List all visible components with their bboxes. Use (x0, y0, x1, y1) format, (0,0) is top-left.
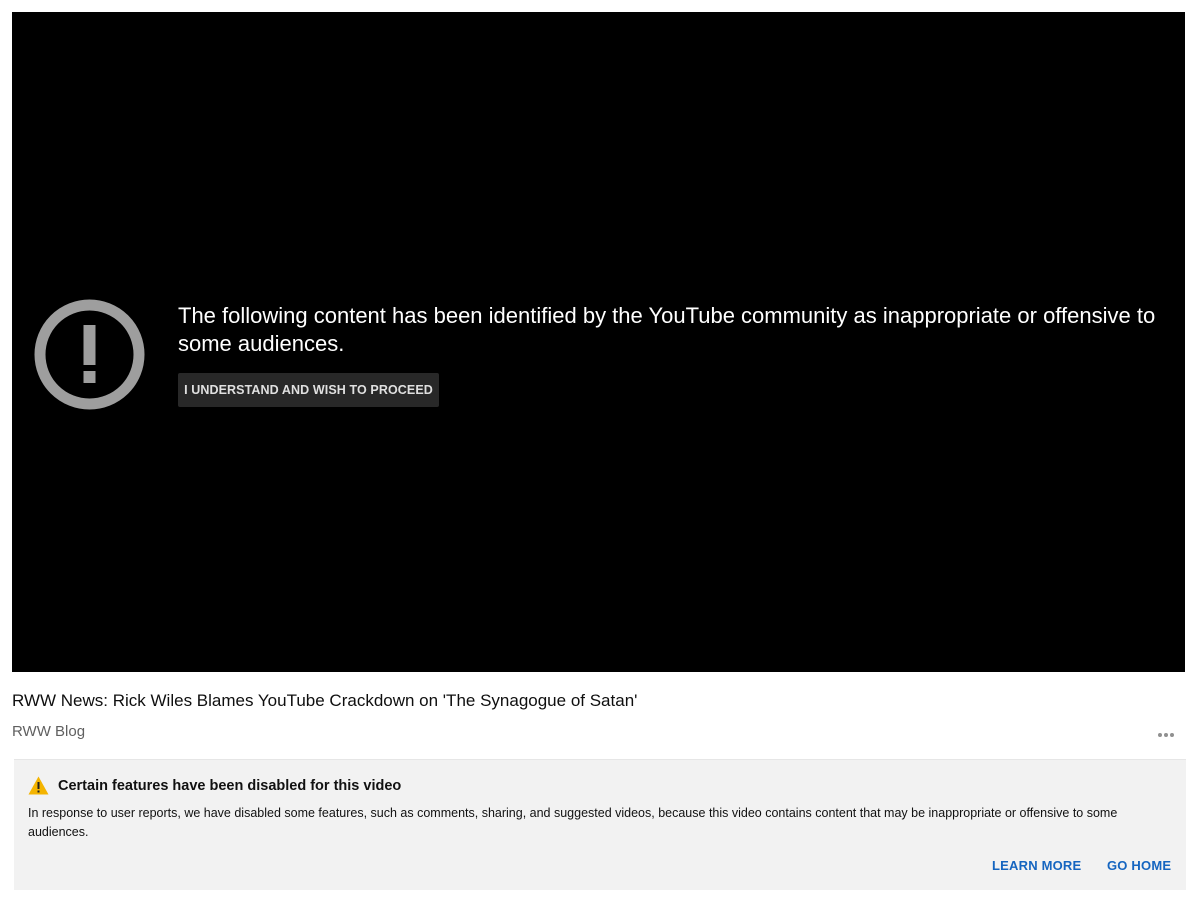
video-title: RWW News: Rick Wiles Blames YouTube Crac… (12, 691, 638, 710)
learn-more-link[interactable]: LEARN MORE (992, 858, 1081, 873)
exclamation-circle-icon (34, 299, 145, 410)
warning-triangle-icon (28, 776, 49, 795)
go-home-link[interactable]: GO HOME (1107, 858, 1171, 873)
more-horizontal-icon[interactable] (1152, 722, 1180, 746)
proceed-button[interactable]: I UNDERSTAND AND WISH TO PROCEED (178, 373, 439, 407)
content-warning-message: The following content has been identifie… (178, 303, 1156, 356)
disabled-features-notice: Certain features have been disabled for … (14, 759, 1186, 890)
channel-name[interactable]: RWW Blog (12, 722, 85, 742)
notice-body: In response to user reports, we have dis… (28, 806, 1118, 839)
video-player: The following content has been identifie… (12, 12, 1185, 672)
notice-title: Certain features have been disabled for … (58, 778, 402, 794)
